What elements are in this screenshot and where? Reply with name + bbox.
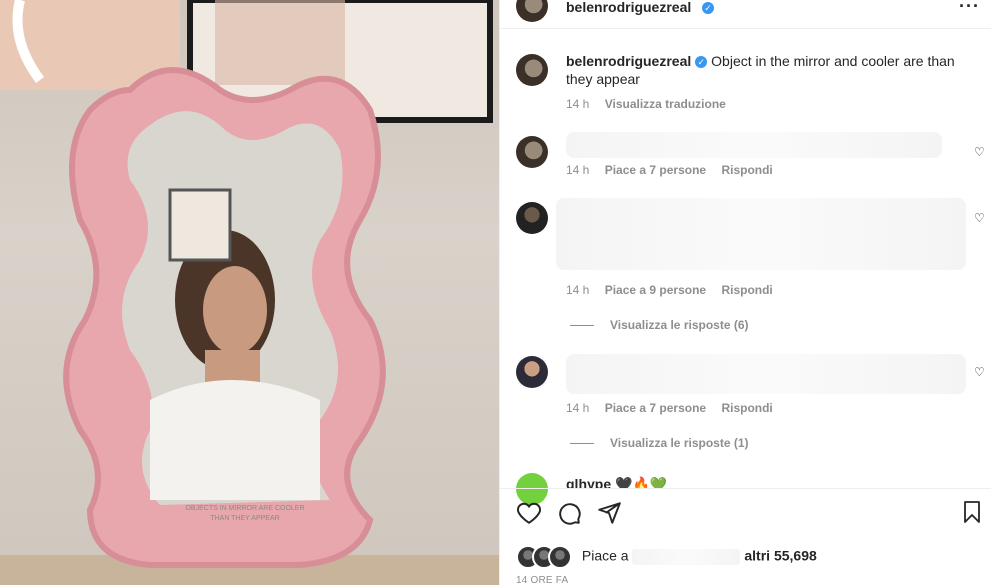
comment-meta: 14 h Piace a 7 persone Rispondi — [566, 401, 785, 415]
comment-like-icon[interactable]: ♡ — [974, 212, 986, 224]
share-icon[interactable] — [596, 500, 622, 526]
likes-summary[interactable]: Piace a altri 55,698 — [516, 545, 817, 569]
comment-avatar[interactable] — [516, 202, 548, 234]
view-replies-label: Visualizza le risposte (1) — [610, 436, 749, 450]
reply-button[interactable]: Rispondi — [721, 163, 772, 177]
likes-count[interactable]: altri 55,698 — [744, 548, 816, 564]
comment-avatar[interactable] — [516, 356, 548, 388]
comment-username[interactable]: glhype — [566, 476, 611, 488]
post-timestamp: 14 ORE FA — [516, 575, 569, 586]
verified-badge-icon: ✓ — [702, 2, 714, 14]
likes-prefix: Piace a — [581, 547, 629, 564]
verified-badge-icon: ✓ — [695, 56, 708, 69]
caption-meta: 14 h Visualizza traduzione — [566, 97, 738, 111]
liker-avatar — [548, 545, 572, 569]
comment-time: 14 h — [566, 283, 590, 297]
comment-like-icon[interactable]: ♡ — [974, 146, 986, 158]
more-options-icon[interactable]: ··· — [959, 0, 980, 15]
post-photo[interactable]: OBJECTS IN MIRROR ARE COOLER THAN THEY A… — [0, 0, 499, 585]
comment-emoji: 🖤🔥💚 — [615, 476, 668, 488]
author-username[interactable]: belenrodriguezreal — [566, 0, 691, 15]
comment-time: 14 h — [566, 401, 590, 415]
view-replies-button[interactable]: Visualizza le risposte (1) — [570, 436, 749, 450]
comment-text-redacted — [566, 354, 966, 394]
svg-text:OBJECTS IN MIRROR ARE COOLER: OBJECTS IN MIRROR ARE COOLER — [185, 505, 304, 512]
caption-username[interactable]: belenrodriguezreal — [566, 53, 691, 69]
partial-comment: glhype 🖤🔥💚 — [566, 476, 667, 488]
comment-text-redacted — [556, 198, 966, 270]
comment-like-icon[interactable]: ♡ — [974, 366, 986, 378]
view-replies-label: Visualizza le risposte (6) — [610, 318, 749, 332]
svg-text:THAN THEY APPEAR: THAN THEY APPEAR — [210, 515, 279, 522]
caption: belenrodriguezreal ✓ Object in the mirror… — [566, 52, 976, 88]
reply-button[interactable]: Rispondi — [721, 401, 772, 415]
caption-avatar[interactable] — [516, 54, 548, 86]
replies-line — [570, 325, 594, 327]
comment-likes[interactable]: Piace a 7 persone — [605, 401, 706, 415]
mirror-photo-illustration: OBJECTS IN MIRROR ARE COOLER THAN THEY A… — [0, 0, 499, 585]
post-actions — [516, 500, 980, 528]
view-replies-button[interactable]: Visualizza le risposte (6) — [570, 318, 749, 332]
comment-likes[interactable]: Piace a 7 persone — [605, 163, 706, 177]
caption-time: 14 h — [566, 97, 590, 111]
bookmark-icon[interactable] — [960, 500, 984, 524]
post-header: belenrodriguezreal ✓ ··· — [500, 0, 991, 24]
translate-link[interactable]: Visualizza traduzione — [605, 97, 726, 111]
heart-icon[interactable] — [516, 500, 542, 526]
comment-avatar[interactable] — [516, 136, 548, 168]
comment-likes[interactable]: Piace a 9 persone — [605, 283, 706, 297]
author-avatar[interactable] — [516, 0, 548, 22]
comment-text-redacted — [566, 132, 942, 158]
comment-meta: 14 h Piace a 9 persone Rispondi — [566, 283, 785, 297]
comment-meta: 14 h Piace a 7 persone Rispondi — [566, 163, 785, 177]
post-side-panel: belenrodriguezreal ✓ ··· belenrodriguezr… — [499, 0, 991, 586]
comment-icon[interactable] — [556, 500, 582, 526]
liker-name-redacted — [632, 549, 741, 565]
comment-time: 14 h — [566, 163, 590, 177]
replies-line — [570, 443, 594, 445]
reply-button[interactable]: Rispondi — [721, 283, 772, 297]
